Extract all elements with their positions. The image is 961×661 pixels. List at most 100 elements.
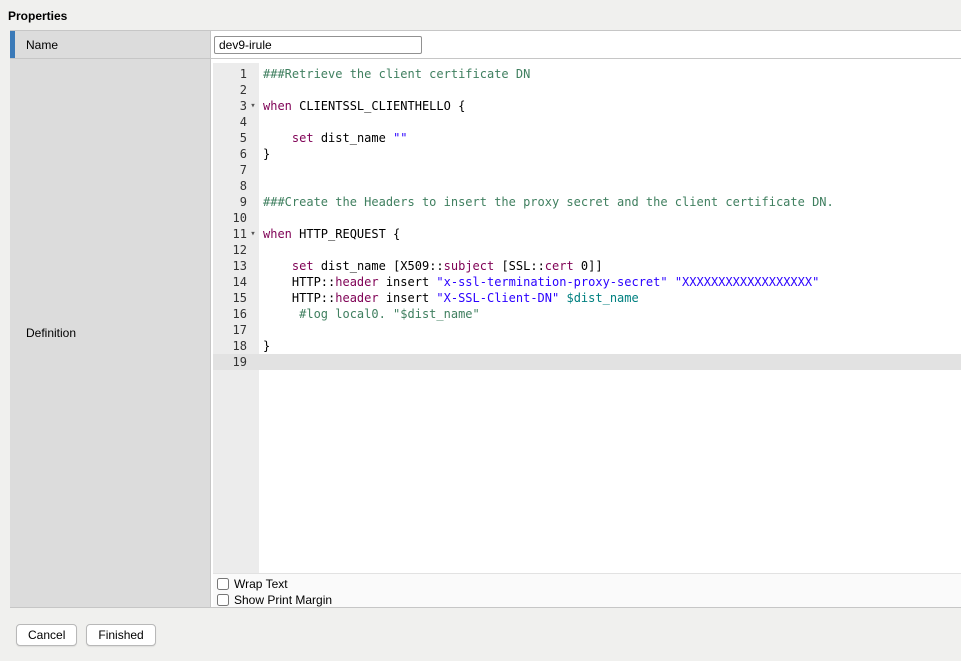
line-number-gutter: 8 — [213, 178, 259, 194]
code-line-text: ###Retrieve the client certificate DN — [259, 66, 530, 82]
line-number: 9 — [213, 194, 247, 210]
line-number-gutter: 12 — [213, 242, 259, 258]
fold-spacer — [247, 290, 259, 306]
code-line-text: set dist_name "" — [259, 130, 408, 146]
code-line[interactable]: 3▾when CLIENTSSL_CLIENTHELLO { — [213, 98, 961, 114]
code-line[interactable]: 2 — [213, 82, 961, 98]
code-line-text — [259, 210, 263, 226]
line-number: 5 — [213, 130, 247, 146]
wrap-text-label: Wrap Text — [234, 577, 288, 591]
fold-spacer — [247, 242, 259, 258]
line-number: 17 — [213, 322, 247, 338]
line-number: 1 — [213, 66, 247, 82]
line-number-gutter: 2 — [213, 82, 259, 98]
settings-table: Name Definition 1 ###Retrieve the client … — [10, 30, 961, 608]
code-line-text: } — [259, 146, 270, 162]
line-number: 15 — [213, 290, 247, 306]
code-line[interactable]: 6} — [213, 146, 961, 162]
line-number-gutter: 15 — [213, 290, 259, 306]
code-line[interactable]: 11▾when HTTP_REQUEST { — [213, 226, 961, 242]
code-line-text — [259, 114, 263, 130]
fold-spacer — [247, 274, 259, 290]
line-number: 3 — [213, 98, 247, 114]
code-line[interactable]: 15 HTTP::header insert "X-SSL-Client-DN"… — [213, 290, 961, 306]
fold-toggle-icon[interactable]: ▾ — [247, 98, 259, 114]
code-line-text: #log local0. "$dist_name" — [259, 306, 480, 322]
fold-spacer — [247, 210, 259, 226]
fold-spacer — [247, 258, 259, 274]
code-line[interactable]: 9###Create the Headers to insert the pro… — [213, 194, 961, 210]
line-number: 8 — [213, 178, 247, 194]
show-print-margin-option[interactable]: Show Print Margin — [217, 592, 961, 608]
line-number-gutter: 5 — [213, 130, 259, 146]
line-number: 13 — [213, 258, 247, 274]
code-line[interactable]: 8 — [213, 178, 961, 194]
cancel-button[interactable]: Cancel — [16, 624, 77, 646]
fold-spacer — [247, 162, 259, 178]
wrap-text-checkbox[interactable] — [217, 578, 229, 590]
code-line[interactable]: 14 HTTP::header insert "x-ssl-terminatio… — [213, 274, 961, 290]
fold-spacer — [247, 338, 259, 354]
finished-button[interactable]: Finished — [86, 624, 155, 646]
code-line[interactable]: 19 — [213, 354, 961, 370]
name-label-cell: Name — [10, 31, 211, 58]
code-line-text: when HTTP_REQUEST { — [259, 226, 400, 242]
line-number: 18 — [213, 338, 247, 354]
code-editor[interactable]: 1 ###Retrieve the client certificate DN23… — [213, 63, 961, 573]
name-row: Name — [10, 31, 961, 59]
page-title: Properties — [8, 9, 67, 23]
code-lines: 1 ###Retrieve the client certificate DN23… — [213, 63, 961, 370]
code-line-text — [259, 322, 263, 338]
definition-row: Definition 1 ###Retrieve the client certi… — [10, 59, 961, 608]
line-number-gutter: 9 — [213, 194, 259, 210]
line-number: 10 — [213, 210, 247, 226]
fold-spacer — [247, 306, 259, 322]
fold-spacer — [247, 82, 259, 98]
line-number-gutter: 6 — [213, 146, 259, 162]
properties-page: Properties Name Definition 1 ###Retrieve … — [0, 0, 961, 661]
code-line[interactable]: 10 — [213, 210, 961, 226]
name-label: Name — [10, 38, 58, 52]
fold-spacer — [247, 130, 259, 146]
code-line[interactable]: 7 — [213, 162, 961, 178]
fold-spacer — [247, 146, 259, 162]
line-number: 16 — [213, 306, 247, 322]
line-number-gutter: 1 — [213, 66, 259, 82]
code-line-text — [259, 242, 263, 258]
line-number: 12 — [213, 242, 247, 258]
name-input[interactable] — [214, 36, 422, 54]
code-line[interactable]: 4 — [213, 114, 961, 130]
definition-label: Definition — [10, 326, 76, 340]
show-print-margin-checkbox[interactable] — [217, 594, 229, 606]
line-number-gutter: 18 — [213, 338, 259, 354]
line-number: 11 — [213, 226, 247, 242]
code-line[interactable]: 16 #log local0. "$dist_name" — [213, 306, 961, 322]
code-line-text: when CLIENTSSL_CLIENTHELLO { — [259, 98, 465, 114]
line-number: 19 — [213, 354, 247, 370]
code-line[interactable]: 17 — [213, 322, 961, 338]
line-number: 7 — [213, 162, 247, 178]
code-line[interactable]: 12 — [213, 242, 961, 258]
code-line-text — [259, 162, 263, 178]
code-line-text: HTTP::header insert "x-ssl-termination-p… — [259, 274, 819, 290]
show-print-margin-label: Show Print Margin — [234, 593, 332, 607]
code-line[interactable]: 5 set dist_name "" — [213, 130, 961, 146]
line-number: 14 — [213, 274, 247, 290]
code-line-text — [259, 354, 263, 370]
definition-label-cell: Definition — [10, 59, 211, 607]
line-number-gutter: 11▾ — [213, 226, 259, 242]
code-line[interactable]: 18} — [213, 338, 961, 354]
definition-value-cell: 1 ###Retrieve the client certificate DN23… — [211, 59, 961, 607]
line-number-gutter: 17 — [213, 322, 259, 338]
code-line-text — [259, 82, 263, 98]
fold-spacer — [247, 194, 259, 210]
line-number-gutter: 10 — [213, 210, 259, 226]
fold-toggle-icon[interactable]: ▾ — [247, 226, 259, 242]
line-number-gutter: 7 — [213, 162, 259, 178]
code-line[interactable]: 1 ###Retrieve the client certificate DN — [213, 66, 961, 82]
line-number: 6 — [213, 146, 247, 162]
code-line[interactable]: 13 set dist_name [X509::subject [SSL::ce… — [213, 258, 961, 274]
footer-bar: Cancel Finished — [16, 624, 156, 646]
wrap-text-option[interactable]: Wrap Text — [217, 576, 961, 592]
line-number-gutter: 4 — [213, 114, 259, 130]
